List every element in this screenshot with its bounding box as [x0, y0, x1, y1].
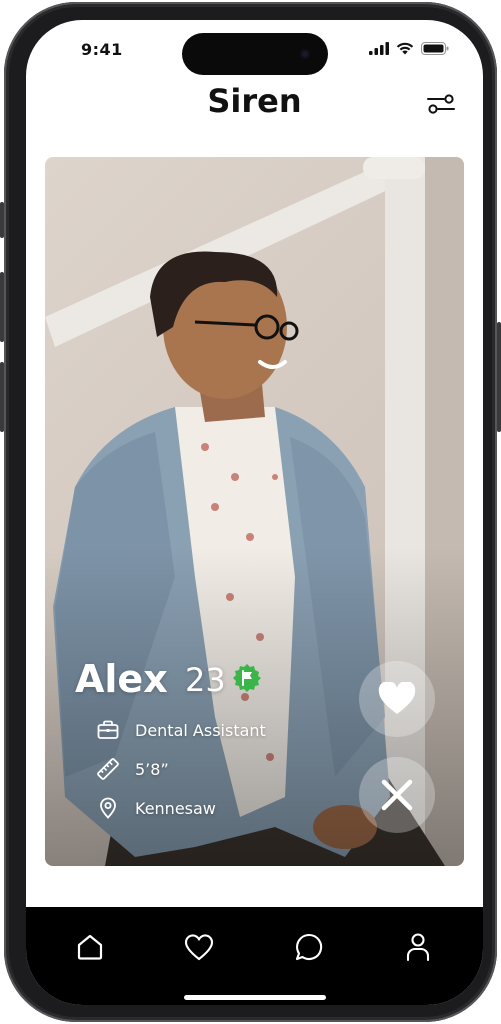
ruler-icon: [97, 758, 119, 780]
profile-name: Alex: [75, 657, 168, 701]
nav-likes[interactable]: [181, 929, 217, 965]
status-icons: [369, 42, 449, 55]
occupation-text: Dental Assistant: [135, 720, 266, 740]
person-icon: [406, 933, 430, 962]
home-icon: [77, 934, 103, 960]
app-title: Siren: [207, 82, 302, 120]
profile-card[interactable]: Alex 23 Dental Assistant 5’8” Kennesaw: [45, 157, 464, 866]
home-indicator[interactable]: [184, 995, 326, 1000]
nav-home[interactable]: [72, 929, 108, 965]
briefcase-icon: [97, 719, 119, 741]
profile-age: 23: [185, 661, 226, 699]
nav-profile[interactable]: [400, 929, 436, 965]
chat-bubble-icon: [295, 933, 323, 961]
screen: 9:41 Siren Alex 23 Dental Assistant 5’8”…: [26, 20, 483, 1005]
action-button: [0, 202, 4, 238]
height-text: 5’8”: [135, 759, 169, 779]
bottom-nav: [26, 907, 483, 1005]
like-button[interactable]: [359, 661, 435, 737]
status-time: 9:41: [81, 40, 123, 59]
heart-outline-icon: [184, 933, 214, 960]
dynamic-island: [182, 33, 328, 75]
power-button: [497, 322, 501, 432]
location-pin-icon: [97, 797, 119, 819]
occupation-row: Dental Assistant: [97, 719, 266, 741]
height-row: 5’8”: [97, 758, 169, 780]
heart-icon: [378, 682, 416, 714]
dislike-button[interactable]: [359, 757, 435, 833]
sliders-icon: [427, 94, 455, 114]
cellular-signal-icon: [369, 42, 389, 55]
camera-icon: [300, 49, 310, 59]
battery-icon: [421, 42, 449, 55]
phone-frame: 9:41 Siren Alex 23 Dental Assistant 5’8”…: [0, 2, 501, 1022]
nav-messages[interactable]: [291, 929, 327, 965]
volume-down-button: [0, 362, 4, 432]
close-icon: [381, 779, 413, 811]
location-row: Kennesaw: [97, 797, 216, 819]
location-text: Kennesaw: [135, 798, 216, 818]
volume-up-button: [0, 272, 4, 342]
wifi-icon: [396, 42, 414, 55]
verified-flag-icon: [233, 664, 261, 692]
filter-button[interactable]: [425, 90, 457, 118]
